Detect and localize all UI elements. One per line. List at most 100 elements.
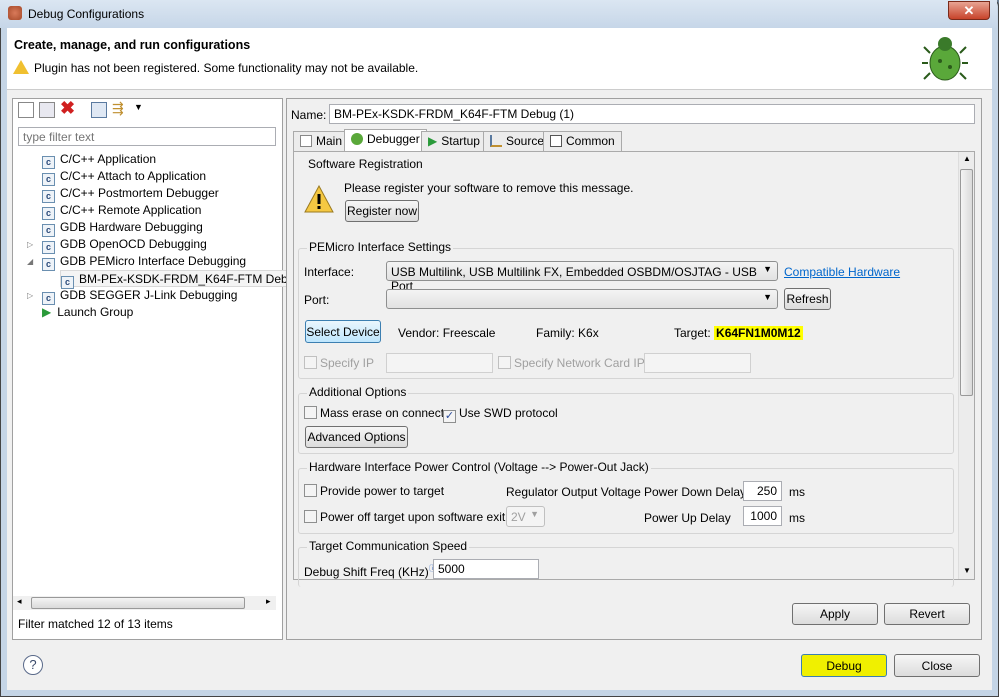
unit-ms: ms	[789, 485, 805, 499]
debug-button[interactable]: Debug	[801, 654, 887, 677]
header-warning: Plugin has not been registered. Some fun…	[34, 61, 419, 75]
tree-item[interactable]: c GDB Hardware Debugging	[42, 219, 203, 237]
vendor-label: Vendor:	[398, 326, 440, 340]
ip-input[interactable]	[386, 353, 493, 373]
scroll-left-icon[interactable]: ◂	[17, 596, 22, 607]
interface-select[interactable]: USB Multilink, USB Multilink FX, Embedde…	[386, 261, 778, 293]
help-icon[interactable]: ?	[23, 655, 43, 675]
registration-message: Please register your software to remove …	[344, 181, 634, 195]
register-now-button[interactable]: Register now	[345, 200, 419, 222]
checkbox-label: Specify Network Card IP	[514, 356, 645, 370]
tree-item[interactable]: c C/C++ Application	[42, 151, 156, 169]
new-config-icon[interactable]	[18, 102, 34, 118]
tab-source[interactable]: Source	[483, 131, 552, 151]
apply-button[interactable]: Apply	[792, 603, 878, 625]
tree-item-label: GDB SEGGER J-Link Debugging	[60, 288, 238, 302]
warning-icon	[304, 185, 334, 213]
config-name-input[interactable]	[329, 104, 975, 124]
tab-common[interactable]: Common	[543, 131, 622, 151]
compatible-hardware-link[interactable]: Compatible Hardware	[784, 265, 900, 279]
port-select[interactable]: ▼	[386, 289, 778, 309]
revert-button[interactable]: Revert	[884, 603, 970, 625]
chevron-down-icon[interactable]: ▼	[134, 102, 143, 112]
interface-label: Interface:	[304, 265, 355, 279]
collapsed-icon[interactable]: ▷	[27, 287, 33, 304]
refresh-button[interactable]: Refresh	[784, 288, 831, 310]
specify-network-card-ip-checkbox[interactable]: Specify Network Card IP	[498, 356, 645, 370]
collapse-all-icon[interactable]	[91, 102, 107, 118]
warning-icon	[13, 60, 29, 74]
advanced-options-button[interactable]: Advanced Options	[305, 426, 408, 448]
shift-freq-input[interactable]	[433, 559, 539, 579]
filter-status: Filter matched 12 of 13 items	[18, 617, 173, 631]
group-title: Hardware Interface Power Control (Voltag…	[307, 460, 651, 474]
filter-input[interactable]	[18, 127, 276, 146]
tree-item-label: C/C++ Postmortem Debugger	[60, 186, 219, 200]
specify-ip-checkbox[interactable]: Specify IP	[304, 356, 374, 370]
tab-main[interactable]: Main	[293, 131, 350, 151]
tree-item[interactable]: c BM-PEx-KSDK-FRDM_K64F-FTM Debug	[60, 270, 305, 289]
chevron-down-icon: ▼	[763, 292, 772, 302]
content-vertical-scrollbar[interactable]: ▲ ▼	[958, 152, 974, 579]
family-field: Family: K6x	[536, 326, 599, 340]
tree-horizontal-scrollbar[interactable]: ◂ ▸	[13, 596, 276, 610]
scroll-thumb[interactable]	[960, 169, 973, 396]
tree-item[interactable]: ◢ c GDB PEMicro Interface Debugging	[27, 253, 246, 271]
debug-bug-icon	[922, 37, 968, 81]
power-down-delay-input[interactable]	[743, 481, 782, 501]
scroll-down-icon[interactable]: ▼	[963, 566, 971, 575]
scroll-right-icon[interactable]: ▸	[266, 596, 271, 607]
checkbox[interactable]	[304, 406, 317, 419]
tab-debugger[interactable]: Debugger	[344, 129, 427, 151]
filter-icon[interactable]: ⇶	[112, 100, 124, 117]
group-title: PEMicro Interface Settings	[307, 240, 454, 254]
group-title: Additional Options	[307, 385, 409, 399]
checkbox[interactable]	[498, 356, 511, 369]
close-button[interactable]: Close	[894, 654, 980, 677]
tree-item[interactable]: ▷ c GDB OpenOCD Debugging	[27, 236, 207, 254]
tree-item[interactable]: ▷ c GDB SEGGER J-Link Debugging	[27, 287, 238, 305]
shift-freq-label: Debug Shift Freq (KHz)ⓘ	[304, 563, 437, 579]
provide-power-checkbox[interactable]: Provide power to target	[304, 484, 444, 498]
source-icon	[490, 135, 502, 147]
use-swd-checkbox[interactable]: ✓ Use SWD protocol	[443, 406, 558, 423]
tab-startup[interactable]: ▶ Startup	[421, 131, 487, 151]
power-up-delay-input[interactable]	[743, 506, 782, 526]
title-bar	[0, 0, 997, 28]
tree-item[interactable]: c C/C++ Attach to Application	[42, 168, 207, 186]
tab-label: Main	[316, 134, 343, 148]
collapsed-icon[interactable]: ▷	[27, 236, 33, 253]
chevron-down-icon: ▼	[530, 509, 539, 519]
duplicate-icon[interactable]	[39, 102, 55, 118]
scroll-up-icon[interactable]: ▲	[963, 154, 971, 163]
delete-icon[interactable]: ✖	[60, 98, 75, 119]
config-tree: c C/C++ Application c C/C++ Attach to Appli…	[18, 151, 305, 591]
chevron-down-icon: ▼	[763, 264, 772, 274]
select-device-button[interactable]: Select Device	[305, 320, 381, 343]
family-value: K6x	[578, 326, 599, 340]
mass-erase-checkbox[interactable]: Mass erase on connect	[304, 406, 444, 420]
header-title: Create, manage, and run configurations	[14, 38, 251, 52]
tree-item-label: C/C++ Attach to Application	[60, 169, 207, 183]
power-up-delay-label: Power Up Delay	[644, 511, 731, 525]
tree-item-label: C/C++ Remote Application	[60, 203, 202, 217]
window-close-button[interactable]: ✕	[948, 1, 990, 20]
power-off-checkbox[interactable]: Power off target upon software exit	[304, 510, 505, 524]
network-card-ip-input[interactable]	[644, 353, 751, 373]
play-icon: ▶	[428, 134, 438, 148]
tree-item[interactable]: c C/C++ Postmortem Debugger	[42, 185, 219, 203]
checkbox[interactable]	[304, 356, 317, 369]
group-title: Target Communication Speed	[307, 539, 470, 553]
checkbox-checked[interactable]: ✓	[443, 410, 456, 423]
tree-item-label: GDB OpenOCD Debugging	[60, 237, 207, 251]
checkbox[interactable]	[304, 510, 317, 523]
tree-item[interactable]: c C/C++ Remote Application	[42, 202, 202, 220]
bug-icon	[351, 133, 363, 145]
scroll-thumb[interactable]	[31, 597, 245, 609]
tree-item-label: Launch Group	[57, 305, 134, 319]
tree-item[interactable]: ▶ Launch Group	[42, 304, 133, 321]
label-text: Debug Shift Freq (KHz)	[304, 565, 429, 579]
voltage-select[interactable]: 2V ▼	[506, 506, 545, 527]
checkbox[interactable]	[304, 484, 317, 497]
expanded-icon[interactable]: ◢	[27, 253, 33, 270]
